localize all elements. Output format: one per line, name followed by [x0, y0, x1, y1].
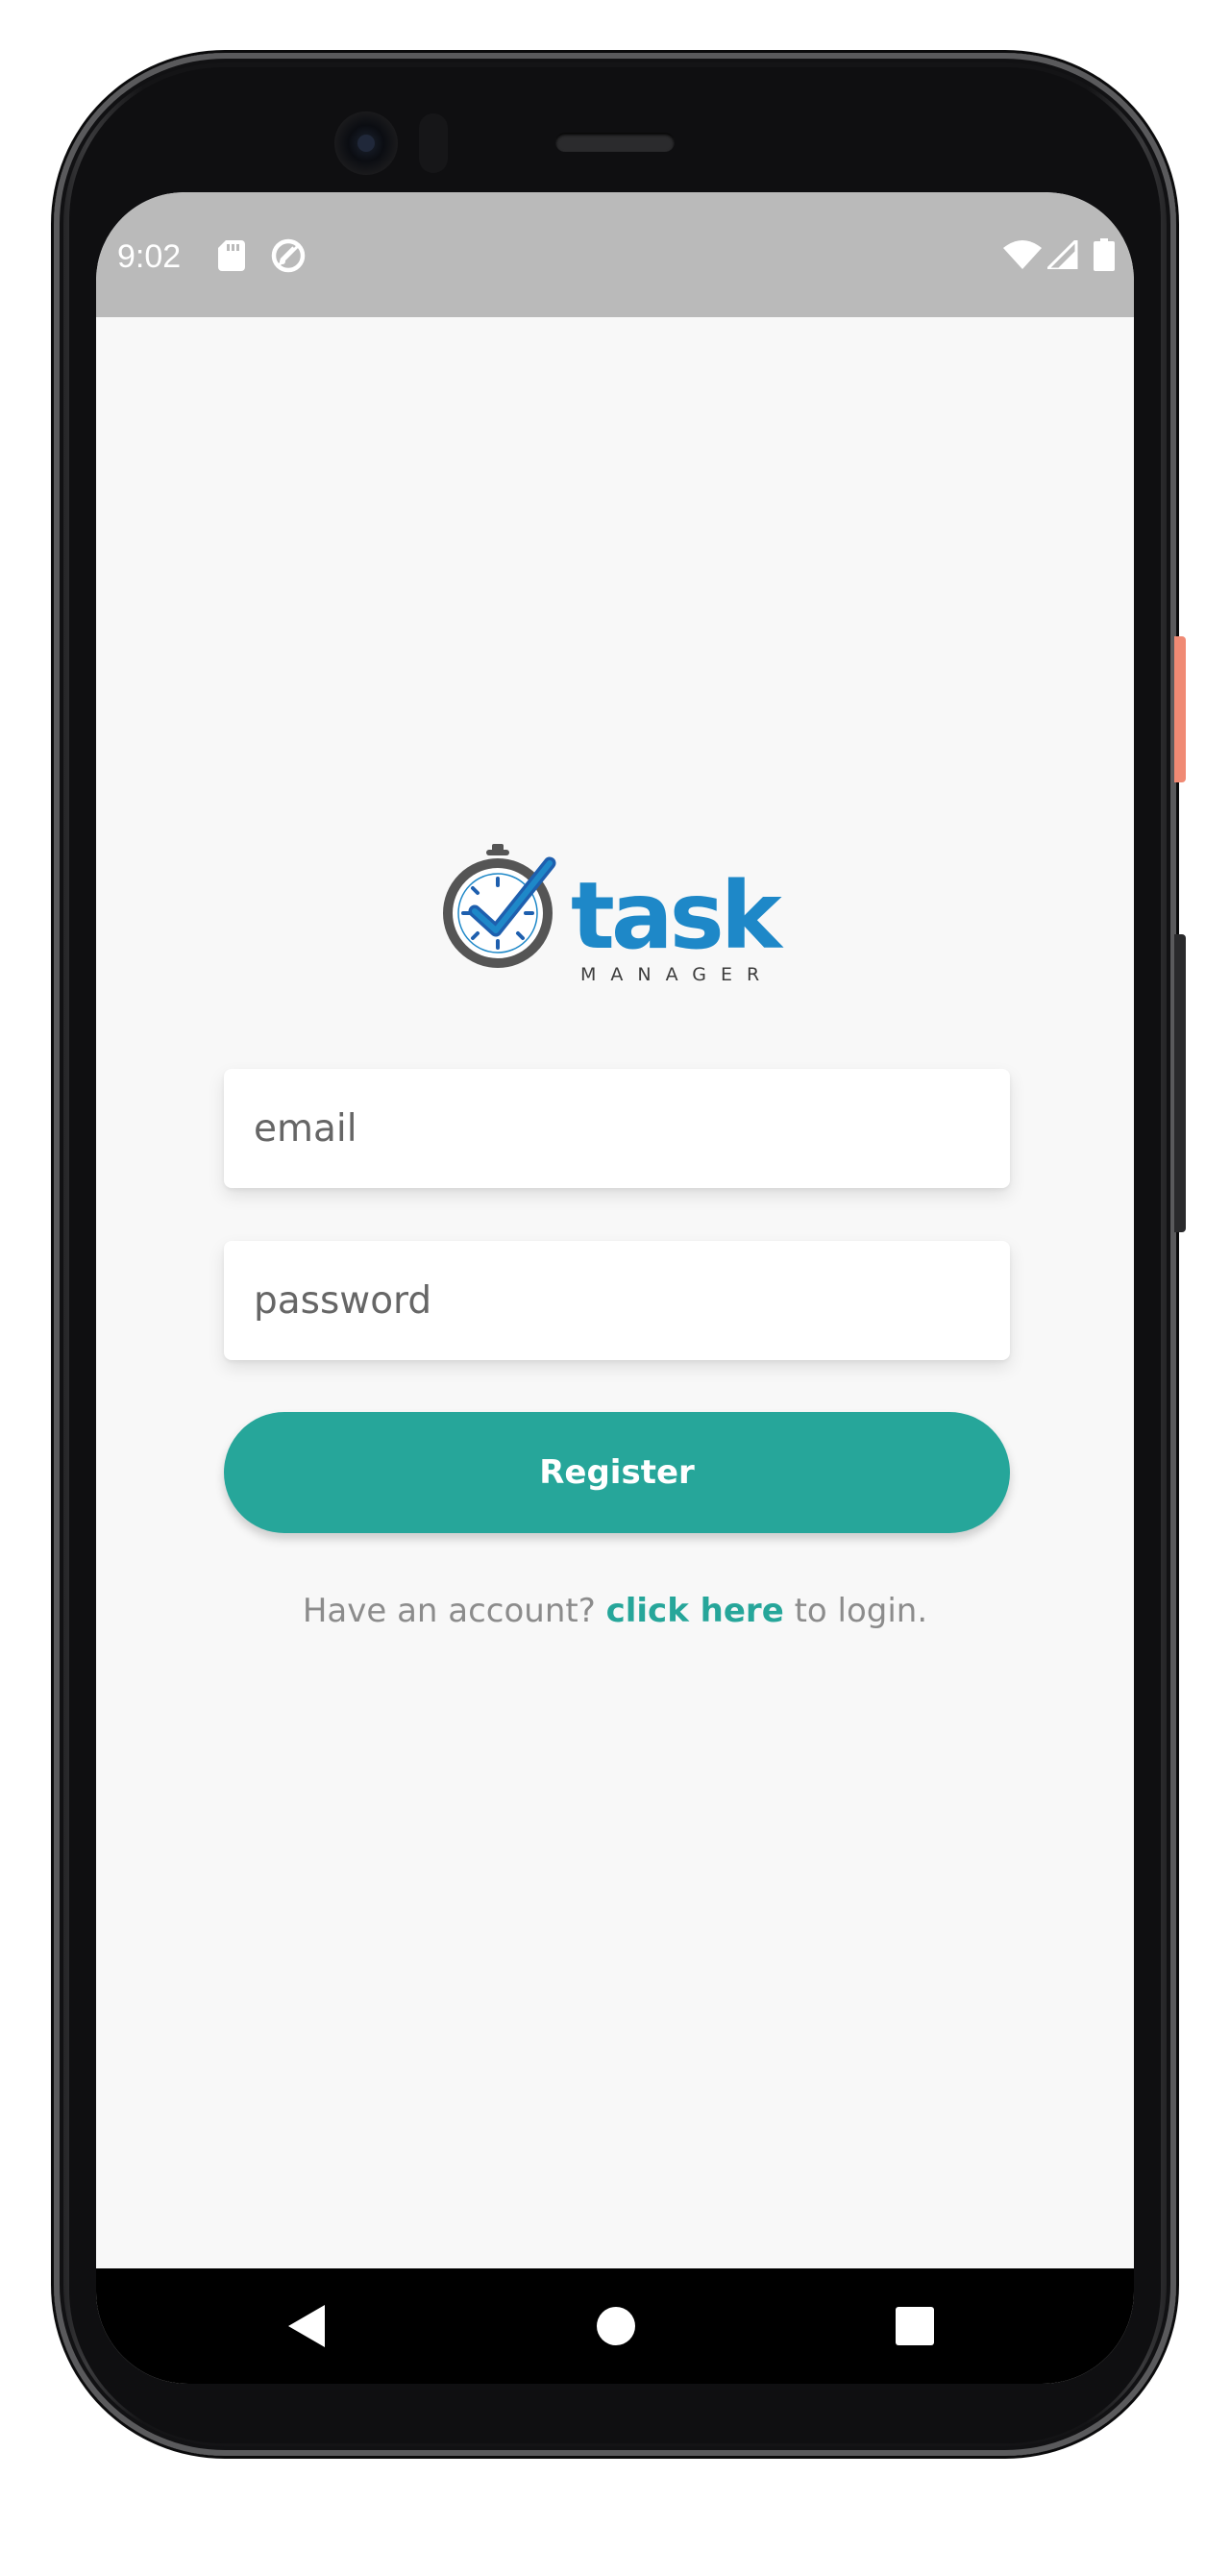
power-button	[1174, 636, 1186, 782]
login-link[interactable]: click here	[606, 1592, 784, 1630]
home-icon[interactable]	[596, 2306, 636, 2346]
volume-button	[1174, 934, 1186, 1232]
email-field[interactable]	[224, 1069, 1010, 1188]
login-prompt-suffix: to login.	[794, 1592, 928, 1630]
back-icon[interactable]	[288, 2305, 327, 2347]
sync-off-icon	[271, 238, 306, 273]
sd-card-icon	[218, 240, 245, 271]
logo-tagline: MANAGER	[580, 964, 774, 985]
login-prompt-prefix: Have an account?	[302, 1592, 596, 1630]
task-manager-logo: task MANAGER	[443, 844, 788, 985]
earpiece-speaker	[555, 133, 675, 152]
status-bar: 9:02	[96, 192, 1134, 317]
wifi-icon	[1003, 240, 1042, 269]
password-field[interactable]	[224, 1241, 1010, 1360]
proximity-sensor	[419, 113, 448, 173]
navigation-bar	[96, 2268, 1134, 2384]
battery-icon	[1094, 238, 1115, 271]
device-screen: 9:02 task MANAGER email Register Have an…	[96, 192, 1134, 2384]
status-time: 9:02	[117, 238, 182, 275]
register-button[interactable]: Register	[224, 1412, 1010, 1533]
stopwatch-check-icon	[443, 844, 556, 968]
cellular-signal-icon	[1047, 240, 1078, 269]
logo-word: task	[571, 862, 784, 970]
recents-icon[interactable]	[896, 2307, 934, 2345]
login-prompt: Have an account? click here to login.	[96, 1592, 1134, 1630]
front-camera	[334, 111, 398, 175]
register-screen: task MANAGER Register Have an account? c…	[96, 317, 1134, 2268]
